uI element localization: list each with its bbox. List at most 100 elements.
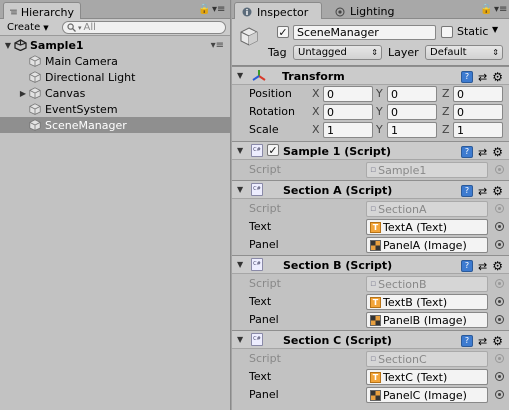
expand-triangle-icon[interactable]: ▶ bbox=[17, 89, 29, 98]
gear-icon[interactable]: ⚙ bbox=[492, 184, 503, 198]
object-reference-field[interactable]: PanelB (Image) bbox=[366, 312, 488, 328]
transform-y-value: 0 bbox=[391, 87, 398, 101]
transform-z-field[interactable]: 1 bbox=[453, 122, 503, 138]
object-reference-field[interactable]: PanelC (Image) bbox=[366, 387, 488, 403]
image-component-icon bbox=[370, 314, 381, 326]
script-asset-icon: ▫ bbox=[370, 279, 377, 289]
component-enabled-checkbox[interactable]: ✓ bbox=[267, 144, 279, 156]
object-picker-icon[interactable] bbox=[495, 240, 504, 249]
fold-triangle-icon[interactable]: ▼ bbox=[237, 185, 243, 194]
hierarchy-item[interactable]: EventSystem bbox=[0, 101, 230, 117]
object-reference-field[interactable]: T TextC (Text) bbox=[366, 369, 488, 385]
hierarchy-item[interactable]: SceneManager bbox=[0, 117, 230, 133]
help-book-icon[interactable]: ? bbox=[461, 146, 474, 158]
text-component-icon: T bbox=[370, 371, 381, 383]
script-label: Script bbox=[249, 277, 281, 290]
object-reference-field[interactable]: PanelA (Image) bbox=[366, 237, 488, 253]
help-book-icon[interactable]: ? bbox=[461, 185, 474, 197]
image-component-icon bbox=[370, 239, 381, 251]
transform-y-field[interactable]: 0 bbox=[387, 86, 437, 102]
help-book-icon[interactable]: ? bbox=[461, 260, 474, 272]
transform-y-field[interactable]: 0 bbox=[387, 104, 437, 120]
script-file-icon: C# bbox=[251, 258, 263, 271]
lock-icon[interactable]: 🔒 bbox=[198, 4, 210, 15]
active-checkbox[interactable]: ✓ bbox=[277, 26, 289, 38]
object-picker-icon bbox=[495, 279, 504, 288]
fold-triangle-icon[interactable]: ▼ bbox=[237, 260, 243, 269]
help-book-icon[interactable]: ? bbox=[461, 335, 474, 347]
gameobject-cube-icon bbox=[29, 55, 41, 67]
transform-y-field[interactable]: 1 bbox=[387, 122, 437, 138]
transform-z-field[interactable]: 0 bbox=[453, 104, 503, 120]
object-picker-icon[interactable] bbox=[495, 390, 504, 399]
object-picker-icon[interactable] bbox=[495, 372, 504, 381]
object-picker-icon bbox=[495, 165, 504, 174]
chevron-down-icon: ▼ bbox=[43, 23, 49, 32]
layer-value: Default bbox=[430, 47, 467, 58]
search-input[interactable]: ▾ All bbox=[62, 21, 226, 34]
script-component-header[interactable]: ▼ C# Section C (Script)? ⇄ ⚙ bbox=[232, 330, 509, 349]
lighting-tab[interactable]: Lighting bbox=[328, 2, 400, 20]
help-book-icon[interactable]: ? bbox=[461, 71, 474, 83]
fold-triangle-icon[interactable]: ▼ bbox=[237, 146, 243, 155]
inspector-tab[interactable]: Inspector bbox=[234, 2, 322, 20]
hierarchy-tab-label: Hierarchy bbox=[20, 5, 74, 19]
hierarchy-panel: Hierarchy 🔒 ▾≡ Create ▼ ▾ All ▼ Sample1 … bbox=[0, 0, 231, 410]
script-component-header[interactable]: ▼ C# ✓ Sample 1 (Script)? ⇄ ⚙ bbox=[232, 141, 509, 160]
transform-row-label: Scale bbox=[249, 123, 279, 136]
transform-z-field[interactable]: 0 bbox=[453, 86, 503, 102]
transform-header[interactable]: ▼ Transform ? ⇄ ⚙ bbox=[232, 66, 509, 85]
gear-icon[interactable]: ⚙ bbox=[492, 259, 503, 273]
layer-dropdown[interactable]: Default ⇕ bbox=[425, 45, 503, 60]
script-component-header[interactable]: ▼ C# Section B (Script)? ⇄ ⚙ bbox=[232, 255, 509, 274]
create-button[interactable]: Create ▼ bbox=[4, 21, 52, 34]
transform-x-value: 0 bbox=[327, 87, 334, 101]
preset-icon[interactable]: ⇄ bbox=[478, 260, 487, 273]
object-reference-field[interactable]: T TextA (Text) bbox=[366, 219, 488, 235]
preset-icon[interactable]: ⇄ bbox=[478, 71, 487, 84]
hierarchy-item[interactable]: Main Camera bbox=[0, 53, 230, 69]
preset-icon[interactable]: ⇄ bbox=[478, 185, 487, 198]
tag-dropdown[interactable]: Untagged ⇕ bbox=[293, 45, 382, 60]
gear-icon[interactable]: ⚙ bbox=[492, 334, 503, 348]
transform-z-value: 0 bbox=[457, 87, 464, 101]
updown-arrow-icon: ⇕ bbox=[371, 48, 378, 57]
object-reference-value: TextB (Text) bbox=[383, 295, 448, 309]
transform-z-value: 0 bbox=[457, 105, 464, 119]
preset-icon[interactable]: ⇄ bbox=[478, 335, 487, 348]
fold-triangle-icon[interactable]: ▼ bbox=[237, 71, 243, 80]
script-value: Sample1 bbox=[378, 163, 427, 177]
transform-x-field[interactable]: 0 bbox=[323, 104, 373, 120]
script-file-icon: C# bbox=[251, 144, 263, 157]
fold-triangle-icon[interactable]: ▼ bbox=[237, 335, 243, 344]
object-picker-icon[interactable] bbox=[495, 222, 504, 231]
tab-menu-icon[interactable]: ▾≡ bbox=[212, 4, 225, 15]
component-header-icons: ? ⇄ ⚙ bbox=[461, 145, 503, 159]
property-row: Text T TextC (Text) bbox=[232, 368, 509, 386]
object-reference-value: PanelB (Image) bbox=[383, 313, 467, 327]
inspector-lock-icon[interactable]: 🔒 bbox=[480, 4, 492, 15]
expand-triangle-icon[interactable]: ▼ bbox=[2, 41, 14, 50]
static-checkbox[interactable] bbox=[441, 26, 453, 38]
object-reference-field[interactable]: T TextB (Text) bbox=[366, 294, 488, 310]
object-picker-icon[interactable] bbox=[495, 315, 504, 324]
transform-x-field[interactable]: 0 bbox=[323, 86, 373, 102]
hierarchy-item[interactable]: ▶ Canvas bbox=[0, 85, 230, 101]
hierarchy-item[interactable]: Directional Light bbox=[0, 69, 230, 85]
inspector-menu-icon[interactable]: ▾≡ bbox=[494, 4, 507, 15]
hierarchy-tab[interactable]: Hierarchy bbox=[3, 2, 81, 20]
static-dropdown-icon[interactable]: ▼ bbox=[492, 25, 498, 34]
script-component-header[interactable]: ▼ C# Section A (Script)? ⇄ ⚙ bbox=[232, 180, 509, 199]
gear-icon[interactable]: ⚙ bbox=[492, 145, 503, 159]
script-value: SectionA bbox=[378, 202, 427, 216]
gameobject-cube-icon bbox=[240, 27, 258, 46]
scene-row[interactable]: ▼ Sample1 ▾≡ bbox=[0, 37, 230, 53]
script-row: Script ▫ Sample1 bbox=[232, 161, 509, 179]
scene-menu-icon[interactable]: ▾≡ bbox=[211, 40, 224, 51]
transform-x-field[interactable]: 1 bbox=[323, 122, 373, 138]
object-picker-icon[interactable] bbox=[495, 297, 504, 306]
lighting-tab-label: Lighting bbox=[350, 5, 395, 18]
gear-icon[interactable]: ⚙ bbox=[492, 70, 503, 84]
preset-icon[interactable]: ⇄ bbox=[478, 146, 487, 159]
gameobject-name-field[interactable]: SceneManager bbox=[293, 25, 436, 40]
